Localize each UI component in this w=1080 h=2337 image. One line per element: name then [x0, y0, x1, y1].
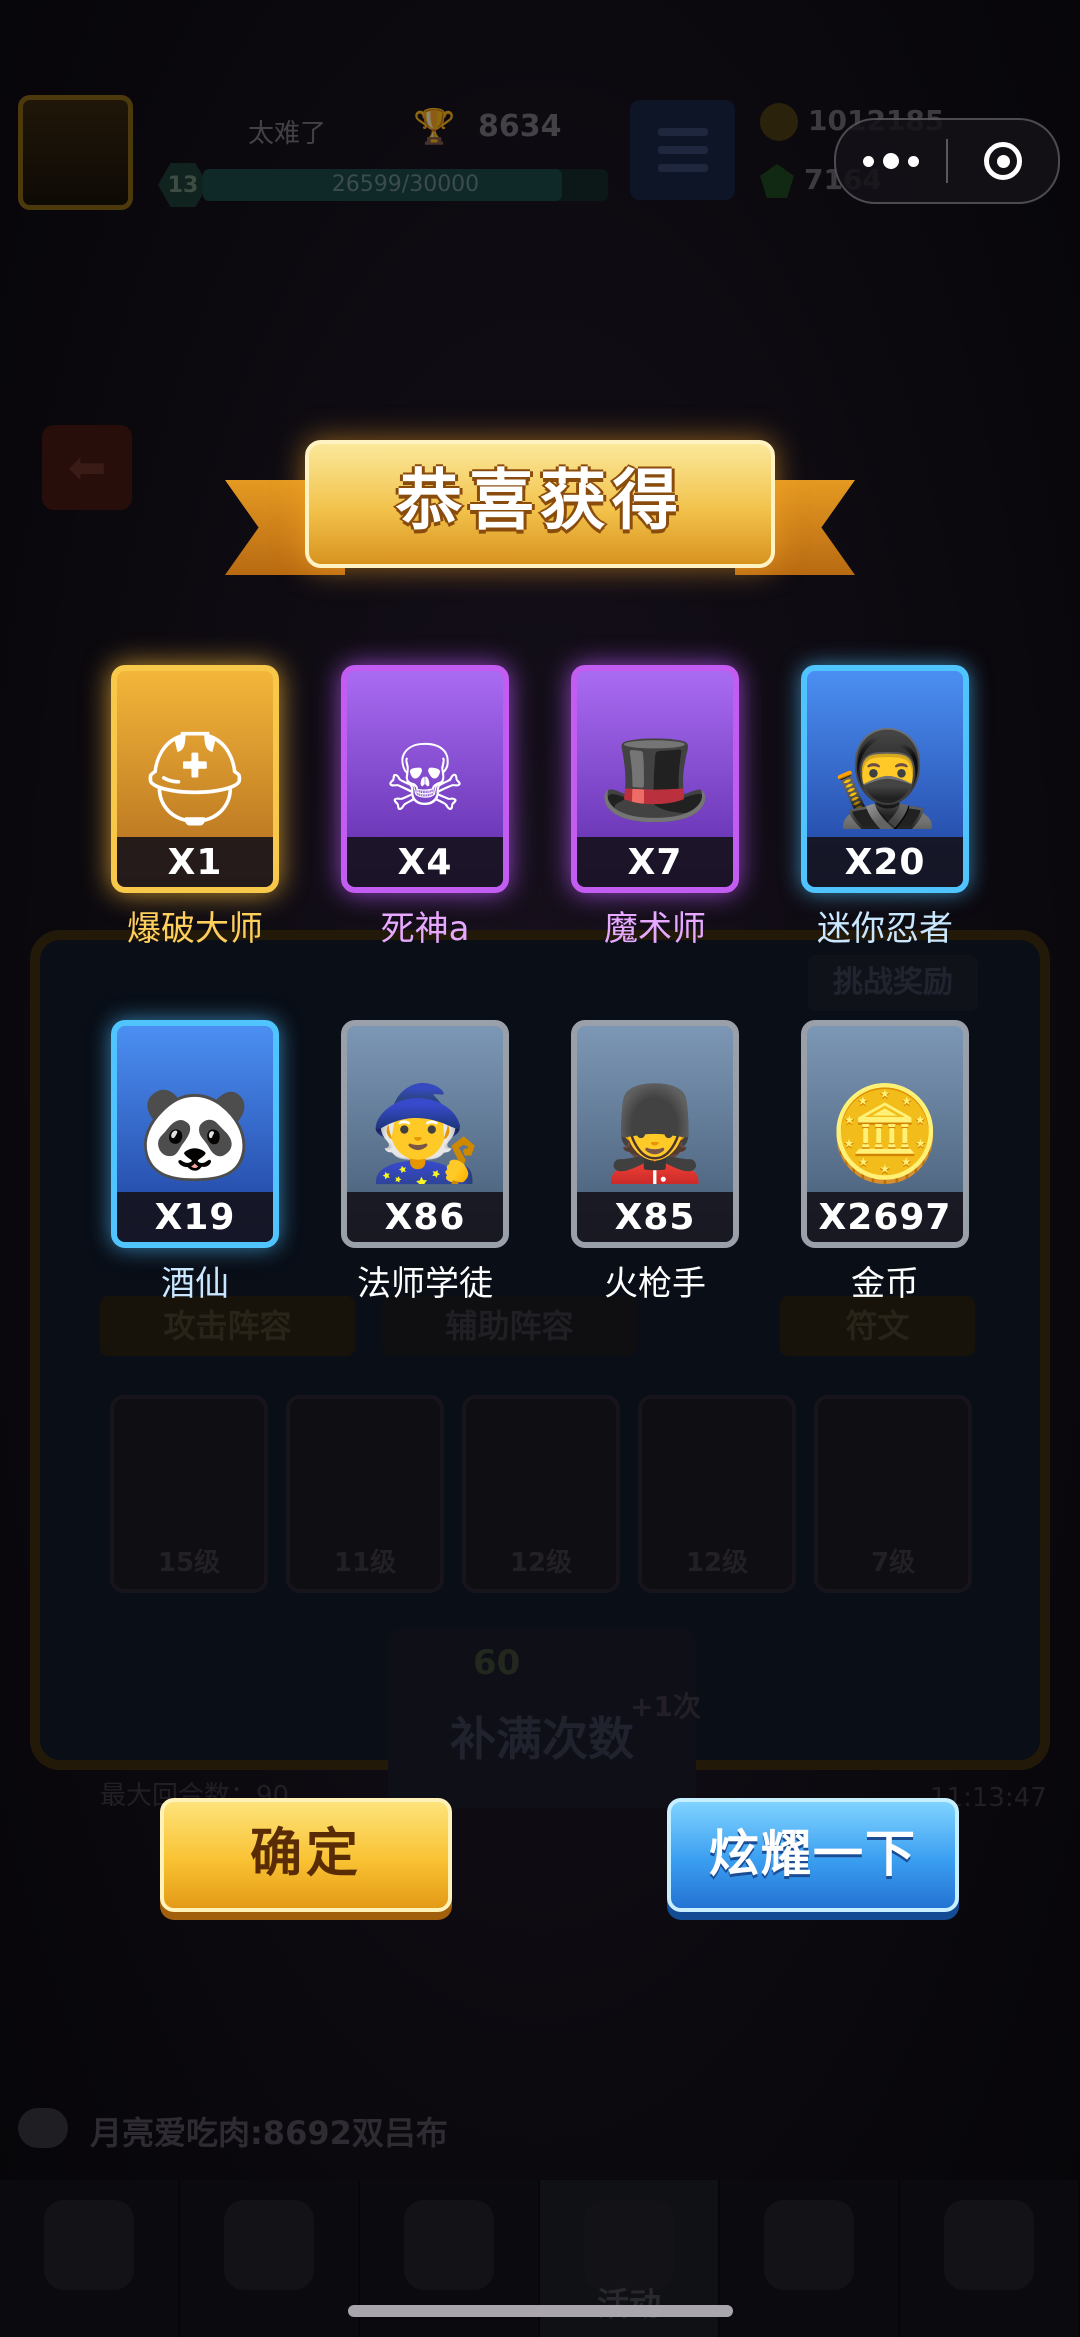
more-options-icon[interactable]: [836, 153, 946, 169]
reward-quantity: X2697: [807, 1192, 963, 1242]
confirm-button[interactable]: 确定: [160, 1798, 452, 1912]
reward-title-ribbon: 恭喜获得: [220, 440, 860, 590]
reward-item: 💂 X85 火枪手: [540, 1020, 770, 1325]
modal-title: 恭喜获得: [396, 462, 684, 539]
reward-name: 法师学徒: [357, 1264, 493, 1304]
reward-card: ⛑ X1: [111, 665, 279, 893]
reward-item: ☠ X4 死神a: [310, 665, 540, 970]
reward-card: ☠ X4: [341, 665, 509, 893]
reward-item: 🎩 X7 魔术师: [540, 665, 770, 970]
reward-quantity: X1: [117, 837, 273, 887]
miniprogram-capsule: [834, 118, 1060, 204]
reward-card: 💂 X85: [571, 1020, 739, 1248]
reward-card: 🐼 X19: [111, 1020, 279, 1248]
reward-item: 🪙 X2697 金币: [770, 1020, 1000, 1325]
reward-item: 🐼 X19 酒仙: [80, 1020, 310, 1325]
close-miniprogram-icon[interactable]: [948, 142, 1058, 180]
reward-name: 火枪手: [604, 1264, 706, 1304]
reward-name: 爆破大师: [127, 909, 263, 949]
reward-name: 魔术师: [604, 909, 706, 949]
reward-quantity: X7: [577, 837, 733, 887]
reward-item: 🥷 X20 迷你忍者: [770, 665, 1000, 970]
reward-quantity: X4: [347, 837, 503, 887]
reward-card: 🥷 X20: [801, 665, 969, 893]
share-button[interactable]: 炫耀一下: [667, 1798, 959, 1912]
home-indicator: [348, 2305, 733, 2317]
reward-card: 🎩 X7: [571, 665, 739, 893]
reward-item: 🧙 X86 法师学徒: [310, 1020, 540, 1325]
reward-card: 🪙 X2697: [801, 1020, 969, 1248]
reward-quantity: X85: [577, 1192, 733, 1242]
reward-name: 酒仙: [161, 1264, 229, 1304]
reward-name: 迷你忍者: [817, 909, 953, 949]
reward-item: ⛑ X1 爆破大师: [80, 665, 310, 970]
reward-card: 🧙 X86: [341, 1020, 509, 1248]
reward-quantity: X20: [807, 837, 963, 887]
reward-quantity: X86: [347, 1192, 503, 1242]
reward-name: 金币: [851, 1264, 919, 1304]
reward-quantity: X19: [117, 1192, 273, 1242]
reward-name: 死神a: [380, 909, 470, 949]
